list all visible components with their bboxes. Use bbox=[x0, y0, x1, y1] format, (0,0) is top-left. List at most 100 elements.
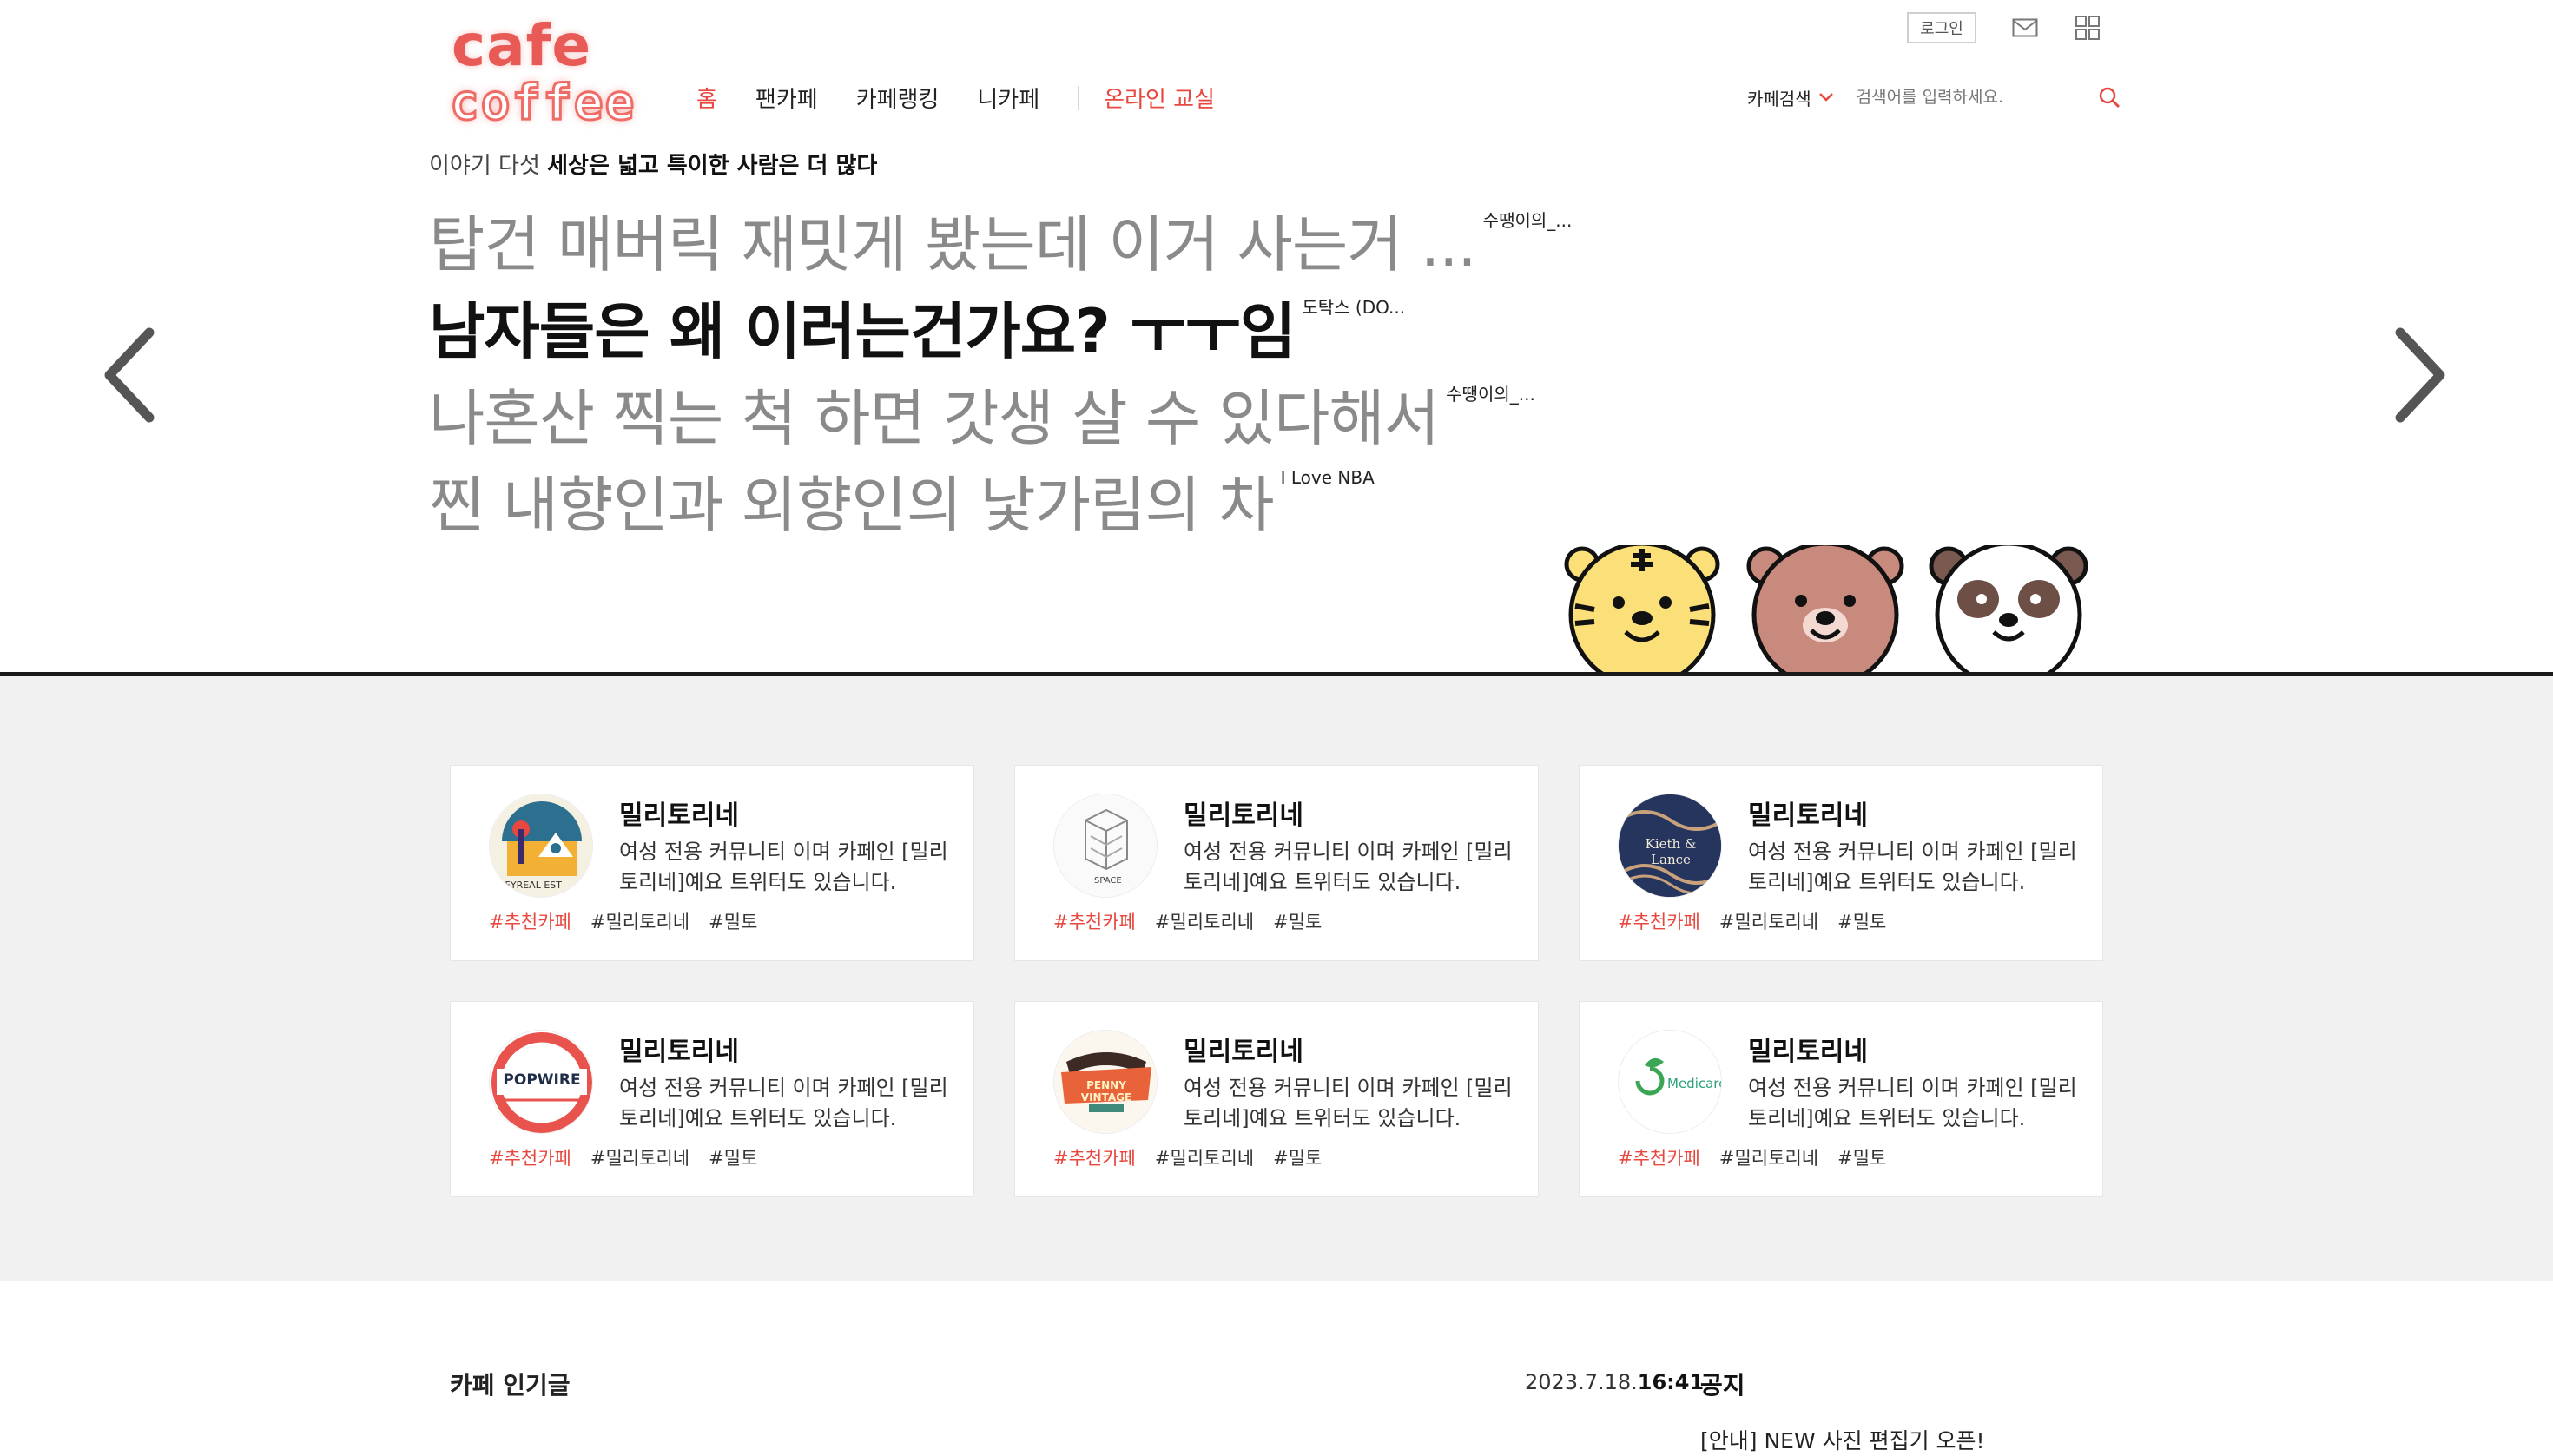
cafe-name[interactable]: 밀리토리네 bbox=[619, 794, 739, 832]
cafe-description: 여성 전용 커뮤니티 이며 카페인 [밀리토리네]예요 트위터도 있습니다. bbox=[1748, 1076, 2077, 1130]
chevron-right-icon bbox=[2395, 327, 2445, 423]
cafe-logo-text: Medicare bbox=[1667, 1076, 1722, 1091]
panda-mascot-icon bbox=[1929, 545, 2088, 677]
tag[interactable]: #밀리토리네 bbox=[1155, 912, 1254, 932]
tag-recommended[interactable]: #추천카페 bbox=[1618, 1148, 1700, 1169]
nav-fancafe[interactable]: 팬카페 bbox=[755, 82, 818, 114]
tag[interactable]: #밀리토리네 bbox=[1719, 912, 1818, 932]
cafe-logo: Kieth & Lance bbox=[1618, 794, 1722, 898]
tagline-emphasis: 세상은 넓고 특이한 사람은 더 많다 bbox=[547, 153, 878, 179]
cafe-tags: #추천카페 #밀리토리네 #밀토 bbox=[489, 1144, 776, 1170]
cafe-logo: Medicare bbox=[1618, 1030, 1722, 1134]
cafe-name[interactable]: 밀리토리네 bbox=[1184, 1030, 1303, 1068]
tag[interactable]: #밀토 bbox=[1273, 1148, 1322, 1169]
post-title[interactable]: 나혼산 찍는 척 하면 갓생 살 수 있다해서 bbox=[429, 375, 1440, 462]
tag[interactable]: #밀리토리네 bbox=[1719, 1148, 1818, 1169]
popular-posts-title: 카페 인기글 bbox=[450, 1371, 571, 1400]
cafe-description: 여성 전용 커뮤니티 이며 카페인 [밀리토리네]예요 트위터도 있습니다. bbox=[1184, 840, 1513, 894]
tag-recommended[interactable]: #추천카페 bbox=[489, 1148, 571, 1169]
tag[interactable]: #밀리토리네 bbox=[590, 1148, 689, 1169]
tag[interactable]: #밀토 bbox=[709, 912, 757, 932]
login-button[interactable]: 로그인 bbox=[1907, 12, 1976, 43]
search-icon bbox=[2099, 87, 2120, 108]
notice-heading[interactable]: 공지 bbox=[1700, 1367, 1745, 1401]
search-button[interactable] bbox=[2096, 84, 2122, 110]
cafe-description: 여성 전용 커뮤니티 이며 카페인 [밀리토리네]예요 트위터도 있습니다. bbox=[1748, 840, 2077, 894]
tag[interactable]: #밀토 bbox=[1273, 912, 1322, 932]
tag[interactable]: #밀토 bbox=[709, 1148, 757, 1169]
cafe-coffee-logo[interactable]: cafe coffee bbox=[448, 12, 635, 133]
cafe-logo: POPWIRE bbox=[489, 1030, 593, 1134]
tag-recommended[interactable]: #추천카페 bbox=[1053, 1148, 1136, 1169]
post-author: 도탁스 (DO... bbox=[1302, 297, 1406, 318]
notice-item[interactable]: [안내] NEW 사진 편집기 오픈! bbox=[1700, 1424, 1985, 1455]
cafe-tags: #추천카페 #밀리토리네 #밀토 bbox=[1053, 1144, 1341, 1170]
nav-cafe-ranking[interactable]: 카페랭킹 bbox=[856, 82, 940, 114]
logo-coffee-text: coffee bbox=[448, 74, 637, 133]
featured-post[interactable]: 탑건 매버릭 재밋게 봤는데 이거 사는거 ... 수땡이의_... bbox=[429, 201, 1572, 288]
cafe-tags: #추천카페 #밀리토리네 #밀토 bbox=[1053, 908, 1341, 934]
cafe-card[interactable]: Kieth & Lance 밀리토리네 여성 전용 커뮤니티 이며 카페인 [밀… bbox=[1579, 765, 2103, 961]
cafe-card[interactable]: AFYREAL EST 밀리토리네 여성 전용 커뮤니티 이며 카페인 [밀리토… bbox=[450, 765, 974, 961]
search-input[interactable] bbox=[1856, 88, 2065, 107]
cafe-search: 카페검색 bbox=[1747, 83, 2122, 111]
tag[interactable]: #밀토 bbox=[1837, 912, 1886, 932]
tag-recommended[interactable]: #추천카페 bbox=[1053, 912, 1136, 932]
cafe-name[interactable]: 밀리토리네 bbox=[619, 1030, 739, 1068]
cafe-logo-text: Kieth & Lance bbox=[1645, 836, 1697, 867]
notice-date-text: 2023.7.18. bbox=[1525, 1370, 1638, 1394]
cafe-description: 여성 전용 커뮤니티 이며 카페인 [밀리토리네]예요 트위터도 있습니다. bbox=[1184, 1076, 1513, 1130]
search-scope-label: 카페검색 bbox=[1747, 88, 1811, 109]
featured-post[interactable]: 나혼산 찍는 척 하면 갓생 살 수 있다해서 수땡이의_... bbox=[429, 375, 1572, 462]
featured-posts: 탑건 매버릭 재밋게 봤는데 이거 사는거 ... 수땡이의_... 남자들은 왜… bbox=[429, 201, 1572, 549]
logo-cafe-text: cafe bbox=[452, 12, 592, 79]
cafe-tags: #추천카페 #밀리토리네 #밀토 bbox=[1618, 1144, 1905, 1170]
cafe-card[interactable]: POPWIRE 밀리토리네 여성 전용 커뮤니티 이며 카페인 [밀리토리네]예… bbox=[450, 1001, 974, 1197]
main-nav: 홈 팬카페 카페랭킹 니카페 온라인 교실 bbox=[696, 82, 1253, 114]
cafe-name[interactable]: 밀리토리네 bbox=[1748, 1030, 1868, 1068]
tag-recommended[interactable]: #추천카페 bbox=[489, 912, 571, 932]
cafe-card[interactable]: Medicare 밀리토리네 여성 전용 커뮤니티 이며 카페인 [밀리토리네]… bbox=[1579, 1001, 2103, 1197]
search-scope-dropdown[interactable]: 카페검색 bbox=[1747, 85, 1834, 110]
tag[interactable]: #밀리토리네 bbox=[590, 912, 689, 932]
cafe-logo-text: AFYREAL EST bbox=[498, 880, 562, 891]
cafe-name[interactable]: 밀리토리네 bbox=[1748, 794, 1868, 832]
tag-recommended[interactable]: #추천카페 bbox=[1618, 912, 1700, 932]
cafe-logo: AFYREAL EST bbox=[489, 794, 593, 898]
cafe-tags: #추천카페 #밀리토리네 #밀토 bbox=[489, 908, 776, 934]
post-title[interactable]: 남자들은 왜 이러는건가요? ㅜㅜ임 bbox=[429, 288, 1296, 375]
nav-home[interactable]: 홈 bbox=[696, 82, 717, 114]
cafe-description: 여성 전용 커뮤니티 이며 카페인 [밀리토리네]예요 트위터도 있습니다. bbox=[619, 840, 948, 894]
carousel-prev-button[interactable] bbox=[94, 323, 163, 427]
page: cafe coffee 홈 팬카페 카페랭킹 니카페 온라인 교실 로그인 카페… bbox=[0, 0, 2553, 1456]
nav-divider bbox=[1078, 85, 1080, 110]
tag[interactable]: #밀리토리네 bbox=[1155, 1148, 1254, 1169]
cafe-card[interactable]: SPACE 밀리토리네 여성 전용 커뮤니티 이며 카페인 [밀리토리네]예요 … bbox=[1014, 765, 1539, 961]
mail-icon[interactable] bbox=[2011, 14, 2039, 42]
featured-post[interactable]: 남자들은 왜 이러는건가요? ㅜㅜ임 도탁스 (DO... bbox=[429, 288, 1572, 375]
cafe-logo: PENNY VINTAGE bbox=[1053, 1030, 1158, 1134]
cafe-logo-text: PENNY VINTAGE bbox=[1080, 1079, 1132, 1104]
post-title[interactable]: 찐 내향인과 외향인의 낯가림의 차 bbox=[429, 462, 1275, 549]
carousel-next-button[interactable] bbox=[2386, 323, 2456, 427]
cafe-logo-text: POPWIRE bbox=[503, 1071, 581, 1089]
tiger-mascot-icon bbox=[1564, 545, 1720, 677]
grid-menu-icon[interactable] bbox=[2074, 14, 2101, 42]
notice-time: 16:41 bbox=[1637, 1370, 1705, 1394]
chevron-down-icon bbox=[1818, 93, 1833, 102]
story-tagline: 이야기 다섯 세상은 넓고 특이한 사람은 더 많다 bbox=[429, 148, 877, 180]
post-author: I Love NBA bbox=[1280, 467, 1375, 488]
recommended-cafes-section: AFYREAL EST 밀리토리네 여성 전용 커뮤니티 이며 카페인 [밀리토… bbox=[0, 676, 2553, 1281]
tagline-prefix: 이야기 다섯 bbox=[429, 153, 540, 179]
featured-post[interactable]: 찐 내향인과 외향인의 낯가림의 차I Love NBA bbox=[429, 462, 1572, 549]
tag[interactable]: #밀토 bbox=[1837, 1148, 1886, 1169]
chevron-left-icon bbox=[104, 327, 155, 423]
cafe-description: 여성 전용 커뮤니티 이며 카페인 [밀리토리네]예요 트위터도 있습니다. bbox=[619, 1076, 948, 1130]
cafe-card[interactable]: PENNY VINTAGE 밀리토리네 여성 전용 커뮤니티 이며 카페인 [밀… bbox=[1014, 1001, 1539, 1197]
cafe-name[interactable]: 밀리토리네 bbox=[1184, 794, 1303, 832]
post-title[interactable]: 탑건 매버릭 재밋게 봤는데 이거 사는거 ... bbox=[429, 201, 1477, 288]
post-author: 수땡이의_... bbox=[1482, 210, 1573, 231]
nav-online-class[interactable]: 온라인 교실 bbox=[1104, 82, 1215, 114]
cafe-logo: SPACE bbox=[1053, 794, 1158, 898]
nav-my-cafe[interactable]: 니카페 bbox=[977, 82, 1039, 114]
